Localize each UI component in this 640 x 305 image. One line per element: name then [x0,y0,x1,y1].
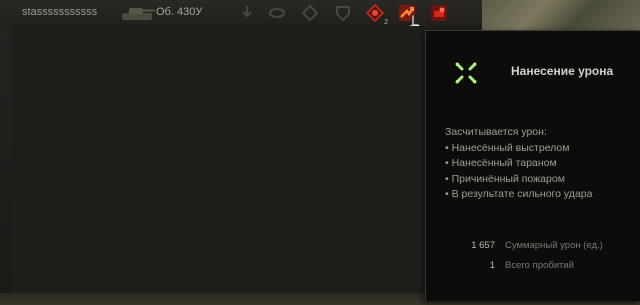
radio-damage-glyph-icon [365,3,385,23]
crits-icon[interactable] [334,4,352,22]
stat-label: Всего пробитий [505,260,574,271]
tooltip-title: Нанесение урона [511,64,614,78]
achievement-tooltip: Нанесение урона Засчитывается урон: • На… [425,30,640,301]
player-name: stasssssssssss [22,6,98,18]
tooltip-description: Засчитывается урон: • Нанесённый выстрел… [445,125,592,203]
armor-blocked-icon[interactable] [238,4,256,22]
tank-icon [122,8,155,20]
damage-crosshair-icon [455,62,477,84]
stat-label: Суммарный урон (ед.) [505,240,603,251]
radio-damage-icon[interactable]: 2 [365,3,388,26]
spotting-icon[interactable] [268,4,286,22]
stat-value: 1 [489,260,495,271]
tooltip-list-item: • Нанесённый выстрелом [445,141,570,154]
assist-icon[interactable] [301,4,319,22]
stat-value: 1 657 [471,240,495,251]
left-frame [0,26,12,305]
module-damage-icon[interactable] [430,4,448,22]
stats-panel-background [12,26,482,305]
tooltip-list-item: • Нанесённый тараном [445,157,557,169]
vehicle-name: Об. 430У [156,6,203,18]
tooltip-list-item: • В результате сильного удара [445,188,593,200]
battle-map-background [482,0,640,34]
achievement-count: 2 [384,19,388,26]
tooltip-list-item: • Причинённый пожаром [445,172,565,185]
tooltip-intro: Засчитывается урон: [445,126,547,138]
